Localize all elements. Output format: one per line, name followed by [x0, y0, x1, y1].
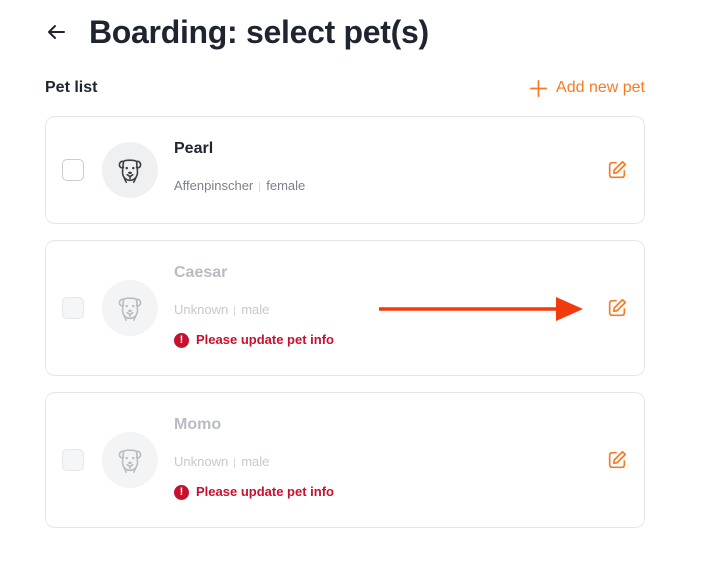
edit-pencil-icon[interactable]: [606, 297, 628, 319]
warning-text: Please update pet info: [196, 484, 334, 499]
edit-pencil-icon[interactable]: [606, 449, 628, 471]
plus-icon: [530, 79, 548, 97]
page-title: Boarding: select pet(s): [89, 14, 429, 50]
dog-face-icon: [118, 449, 142, 473]
exclamation-circle-icon: !: [174, 332, 189, 348]
pet-details: Unknown male: [174, 302, 269, 318]
pet-select-checkbox[interactable]: [62, 449, 84, 471]
separator: [259, 181, 261, 192]
pet-list-label: Pet list: [45, 79, 98, 96]
pet-breed: Unknown: [174, 454, 229, 469]
pet-sex: male: [241, 454, 270, 469]
pet-sex: female: [266, 178, 306, 193]
pet-sex: male: [241, 302, 270, 317]
add-new-pet-label: Add new pet: [556, 79, 645, 96]
update-info-warning: ! Please update pet info: [174, 484, 334, 500]
red-arrow-icon: [379, 297, 583, 321]
arrow-left-icon[interactable]: [44, 20, 68, 44]
separator: [234, 305, 236, 316]
pet-select-checkbox[interactable]: [62, 297, 84, 319]
pet-breed: Affenpinscher: [174, 178, 254, 193]
pet-name: Momo: [174, 416, 222, 433]
dog-face-icon: [118, 297, 142, 321]
pet-card-pearl[interactable]: Pearl Affenpinscher female: [45, 116, 645, 224]
boarding-select-pets-page: Boarding: select pet(s) Pet list Add new…: [0, 0, 720, 584]
pet-details: Affenpinscher female: [174, 178, 305, 194]
add-new-pet-button[interactable]: Add new pet: [529, 78, 645, 98]
update-info-warning: ! Please update pet info: [174, 332, 334, 348]
warning-text: Please update pet info: [196, 332, 334, 347]
pet-avatar: [102, 142, 158, 198]
pet-avatar: [102, 432, 158, 488]
pet-details: Unknown male: [174, 454, 269, 470]
dog-face-icon: [118, 159, 142, 183]
pet-card-momo[interactable]: Momo Unknown male ! Please update pet inf…: [45, 392, 645, 528]
separator: [234, 457, 236, 468]
pet-name: Pearl: [174, 140, 214, 157]
pet-select-checkbox[interactable]: [62, 159, 84, 181]
pet-name: Caesar: [174, 264, 228, 281]
exclamation-circle-icon: !: [174, 484, 189, 500]
pet-breed: Unknown: [174, 302, 229, 317]
pet-avatar: [102, 280, 158, 336]
edit-pencil-icon[interactable]: [606, 159, 628, 181]
